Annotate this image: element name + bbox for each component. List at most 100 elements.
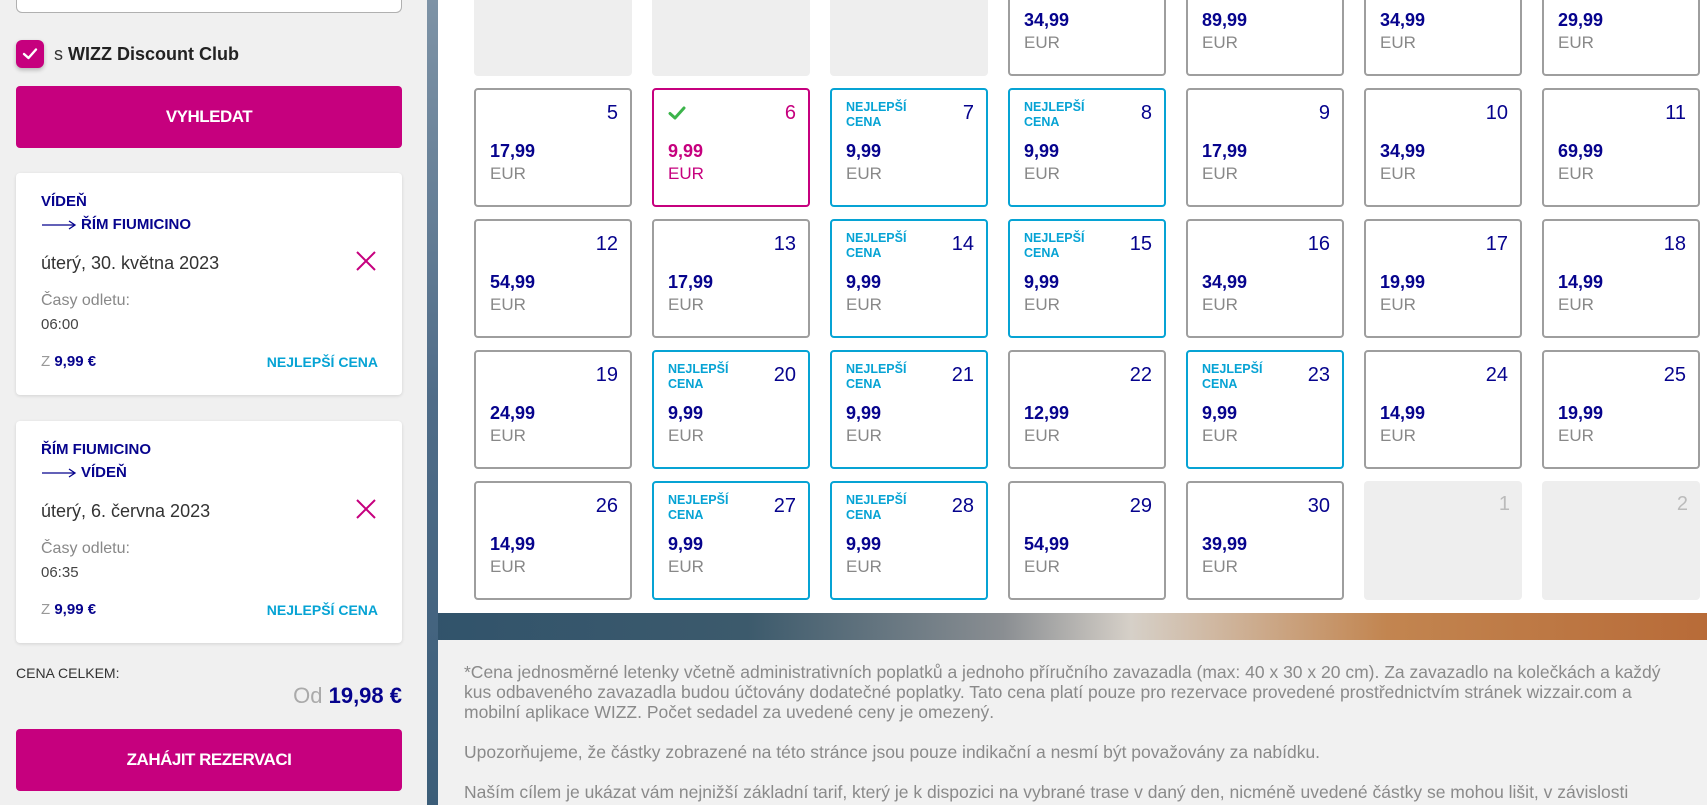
best-price-badge: NEJLEPŠÍ CENA (1024, 231, 1085, 260)
disclaimer-paragraph: Naším cílem je ukázat vám nejnižší zákla… (464, 782, 1629, 802)
calendar-day-empty: 1 (1364, 481, 1522, 600)
day-price: 39,99 (1202, 534, 1248, 554)
calendar-day-empty (652, 0, 810, 76)
day-currency: EUR (490, 164, 526, 183)
price-disclaimer: *Cena jednosměrné letenky včetně adminis… (438, 640, 1707, 805)
calendar-day[interactable]: 11 69,99 EUR (1542, 88, 1700, 207)
day-number: 8 (1140, 102, 1152, 124)
passenger-input[interactable] (16, 0, 402, 13)
route-destination: VÍDEŇ (81, 464, 127, 481)
day-number: 15 (1129, 233, 1152, 255)
checkmark-icon (668, 106, 686, 120)
best-price-badge: NEJLEPŠÍ CENA (266, 354, 378, 370)
day-number: 18 (1663, 233, 1686, 255)
discount-club-checkbox[interactable] (16, 40, 44, 68)
day-currency: EUR (1024, 295, 1060, 314)
day-number: 10 (1485, 102, 1508, 124)
best-price-badge: NEJLEPŠÍ CENA (846, 362, 907, 391)
calendar-day[interactable]: 17 19,99 EUR (1364, 219, 1522, 338)
total-price: Od 19,98 € (293, 683, 402, 708)
day-number: 9 (1318, 102, 1330, 124)
day-number: 20 (773, 364, 796, 386)
day-currency: EUR (1558, 33, 1594, 52)
calendar-day[interactable]: 26 14,99 EUR (474, 481, 632, 600)
calendar-day[interactable]: 28 NEJLEPŠÍ CENA 9,99 EUR (830, 481, 988, 600)
day-number: 13 (773, 233, 796, 255)
flight-card-return: ŘÍM FIUMICINO VÍDEŇ úterý, 6. června 202… (16, 421, 402, 643)
day-currency: EUR (1202, 295, 1238, 314)
day-price: 69,99 (1558, 141, 1604, 161)
best-price-badge: NEJLEPŠÍ CENA (1024, 100, 1085, 129)
calendar-day[interactable]: 18 14,99 EUR (1542, 219, 1700, 338)
day-price: 19,99 (1558, 403, 1604, 423)
calendar-day[interactable]: 29 54,99 EUR (1008, 481, 1166, 600)
calendar-day[interactable]: 25 19,99 EUR (1542, 350, 1700, 469)
day-price: 54,99 (490, 272, 536, 292)
day-currency: EUR (1024, 164, 1060, 183)
day-currency: EUR (668, 164, 704, 183)
day-number: 17 (1485, 233, 1508, 255)
calendar-day[interactable]: 19 24,99 EUR (474, 350, 632, 469)
calendar-day[interactable]: 15 NEJLEPŠÍ CENA 9,99 EUR (1008, 219, 1166, 338)
calendar-day[interactable]: 7 NEJLEPŠÍ CENA 9,99 EUR (830, 88, 988, 207)
calendar-day[interactable]: 89,99 EUR (1186, 0, 1344, 76)
discount-club-row[interactable]: s WIZZ Discount Club (16, 40, 239, 68)
day-price: 17,99 (490, 141, 536, 161)
calendar-day[interactable]: 14 NEJLEPŠÍ CENA 9,99 EUR (830, 219, 988, 338)
fare-calendar: 34,99 EUR 89,99 EUR 34,99 EUR 29,99 EUR 5 17,99 EU… (438, 0, 1707, 613)
calendar-day[interactable]: 29,99 EUR (1542, 0, 1700, 76)
route-destination-row: ŘÍM FIUMICINO (41, 216, 191, 233)
day-number: 21 (951, 364, 974, 386)
calendar-day[interactable]: 13 17,99 EUR (652, 219, 810, 338)
calendar-day[interactable]: 30 39,99 EUR (1186, 481, 1344, 600)
calendar-day[interactable]: 21 NEJLEPŠÍ CENA 9,99 EUR (830, 350, 988, 469)
close-icon[interactable] (354, 497, 378, 521)
search-sidebar: s WIZZ Discount Club VYHLEDAT VÍDEŇ ŘÍM … (0, 0, 427, 805)
best-price-badge: NEJLEPŠÍ CENA (1202, 362, 1263, 391)
calendar-day[interactable]: 23 NEJLEPŠÍ CENA 9,99 EUR (1186, 350, 1344, 469)
day-currency: EUR (490, 426, 526, 445)
start-reservation-button[interactable]: ZAHÁJIT REZERVACI (16, 729, 402, 791)
calendar-day[interactable]: 20 NEJLEPŠÍ CENA 9,99 EUR (652, 350, 810, 469)
calendar-day[interactable]: 12 54,99 EUR (474, 219, 632, 338)
calendar-day[interactable]: 8 NEJLEPŠÍ CENA 9,99 EUR (1008, 88, 1166, 207)
day-price: 9,99 (846, 403, 882, 423)
day-number: 2 (1676, 493, 1688, 515)
best-price-badge: NEJLEPŠÍ CENA (266, 602, 378, 618)
flight-card-outbound: VÍDEŇ ŘÍM FIUMICINO úterý, 30. května 20… (16, 173, 402, 395)
calendar-day[interactable]: 34,99 EUR (1364, 0, 1522, 76)
day-currency: EUR (490, 557, 526, 576)
route-origin: ŘÍM FIUMICINO (41, 441, 151, 458)
calendar-day[interactable]: 5 17,99 EUR (474, 88, 632, 207)
day-number: 12 (595, 233, 618, 255)
day-currency: EUR (668, 557, 704, 576)
search-button[interactable]: VYHLEDAT (16, 86, 402, 148)
calendar-day[interactable]: 9 17,99 EUR (1186, 88, 1344, 207)
disclaimer-paragraph: *Cena jednosměrné letenky včetně adminis… (464, 662, 1661, 722)
total-price-label: CENA CELKEM: (16, 665, 120, 681)
day-price: 12,99 (1024, 403, 1070, 423)
day-number: 22 (1129, 364, 1152, 386)
calendar-day[interactable]: 10 34,99 EUR (1364, 88, 1522, 207)
calendar-day[interactable]: 24 14,99 EUR (1364, 350, 1522, 469)
flight-price: Z 9,99 € (41, 601, 97, 618)
day-price: 9,99 (668, 534, 704, 554)
close-icon[interactable] (354, 249, 378, 273)
route-origin: VÍDEŇ (41, 193, 87, 210)
day-currency: EUR (1024, 426, 1060, 445)
day-number: 11 (1665, 102, 1686, 124)
calendar-day[interactable]: 34,99 EUR (1008, 0, 1166, 76)
day-currency: EUR (1024, 557, 1060, 576)
day-currency: EUR (1558, 426, 1594, 445)
day-currency: EUR (1380, 426, 1416, 445)
day-number: 29 (1129, 495, 1152, 517)
calendar-day[interactable]: 6 9,99 EUR (652, 88, 810, 207)
day-currency: EUR (1558, 295, 1594, 314)
calendar-day-empty (474, 0, 632, 76)
calendar-day[interactable]: 27 NEJLEPŠÍ CENA 9,99 EUR (652, 481, 810, 600)
departure-time: 06:35 (41, 564, 79, 581)
day-price: 17,99 (1202, 141, 1248, 161)
calendar-day[interactable]: 16 34,99 EUR (1186, 219, 1344, 338)
calendar-day[interactable]: 22 12,99 EUR (1008, 350, 1166, 469)
day-currency: EUR (1202, 33, 1238, 52)
